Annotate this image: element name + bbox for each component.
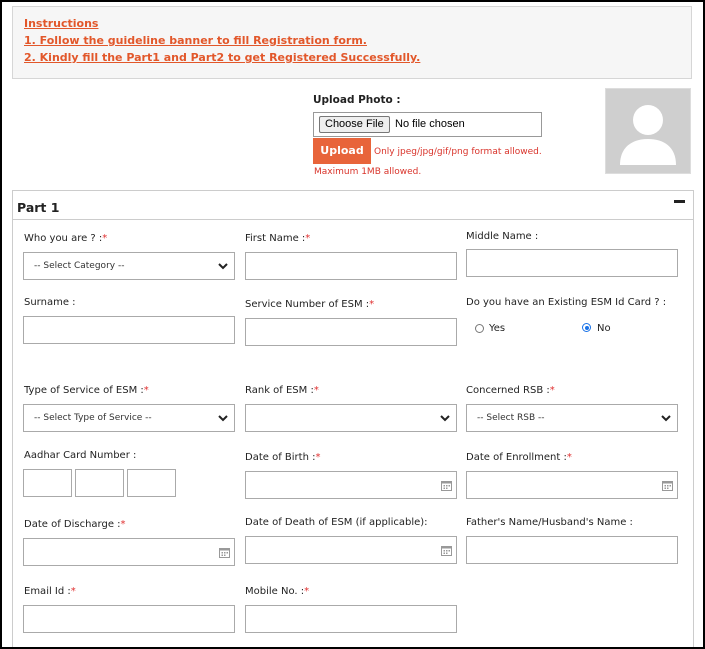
first-name-label: First Name :* — [245, 233, 311, 244]
aadhar-input-1[interactable] — [23, 469, 72, 497]
type-service-select-value: -- Select Type of Service -- — [34, 413, 152, 423]
esm-card-yes-label[interactable]: Yes — [489, 323, 505, 334]
chevron-down-icon — [440, 415, 450, 422]
who-label: Who you are ? :* — [24, 233, 108, 244]
instruction-line-1[interactable]: 1. Follow the guideline banner to fill R… — [24, 32, 680, 49]
esm-card-label: Do you have an Existing ESM Id Card ? : — [466, 297, 667, 308]
aadhar-label: Aadhar Card Number : — [24, 450, 137, 461]
chevron-down-icon — [218, 263, 228, 270]
service-number-input[interactable] — [245, 318, 457, 346]
middle-name-input[interactable] — [466, 249, 678, 277]
service-number-label: Service Number of ESM :* — [245, 299, 375, 310]
rank-select[interactable] — [245, 404, 457, 432]
size-note: Maximum 1MB allowed. — [314, 167, 422, 177]
death-input[interactable] — [245, 536, 457, 564]
email-label: Email Id :* — [24, 586, 76, 597]
calendar-icon[interactable] — [441, 480, 452, 491]
esm-card-no-radio[interactable] — [582, 323, 591, 332]
user-silhouette-icon — [620, 105, 676, 165]
registration-page: Instructions 1. Follow the guideline ban… — [0, 0, 705, 649]
middle-name-label: Middle Name : — [466, 231, 539, 242]
category-select[interactable]: -- Select Category -- — [23, 252, 235, 280]
calendar-icon[interactable] — [219, 547, 230, 558]
discharge-input[interactable] — [23, 538, 235, 566]
part1-panel: Part 1 Who you are ? :* -- Select Catego… — [12, 190, 694, 647]
enrollment-input[interactable] — [466, 471, 678, 499]
photo-file-input[interactable]: Choose File No file chosen — [313, 112, 542, 137]
esm-card-yes-radio[interactable] — [475, 324, 484, 333]
chevron-down-icon — [218, 415, 228, 422]
instructions-banner: Instructions 1. Follow the guideline ban… — [12, 6, 692, 79]
aadhar-input-3[interactable] — [127, 469, 176, 497]
esm-card-no-label[interactable]: No — [597, 323, 611, 334]
discharge-label: Date of Discharge :* — [24, 519, 126, 530]
mobile-label: Mobile No. :* — [245, 586, 310, 597]
death-label: Date of Death of ESM (if applicable): — [245, 517, 428, 528]
rsb-select[interactable]: -- Select RSB -- — [466, 404, 678, 432]
part1-title: Part 1 — [17, 200, 60, 215]
choose-file-button[interactable]: Choose File — [319, 116, 390, 133]
calendar-icon[interactable] — [662, 480, 673, 491]
upload-button[interactable]: Upload — [313, 138, 371, 164]
mobile-input[interactable] — [245, 605, 457, 633]
instructions-heading[interactable]: Instructions — [24, 15, 680, 32]
email-input[interactable] — [23, 605, 235, 633]
part1-divider — [13, 219, 693, 220]
category-select-value: -- Select Category -- — [34, 261, 125, 271]
first-name-input[interactable] — [245, 252, 457, 280]
file-status: No file chosen — [395, 118, 465, 130]
calendar-icon[interactable] — [441, 545, 452, 556]
father-label: Father's Name/Husband's Name : — [466, 517, 633, 528]
avatar-placeholder — [605, 88, 691, 174]
type-service-label: Type of Service of ESM :* — [24, 385, 149, 396]
rsb-label: Concerned RSB :* — [466, 385, 555, 396]
rank-label: Rank of ESM :* — [245, 385, 319, 396]
aadhar-input-2[interactable] — [75, 469, 124, 497]
chevron-down-icon — [661, 415, 671, 422]
surname-input[interactable] — [23, 316, 235, 344]
father-input[interactable] — [466, 536, 678, 564]
rsb-select-value: -- Select RSB -- — [477, 413, 545, 423]
instruction-line-2[interactable]: 2. Kindly fill the Part1 and Part2 to ge… — [24, 49, 680, 66]
upload-photo-label: Upload Photo : — [313, 94, 401, 106]
enrollment-label: Date of Enrollment :* — [466, 452, 572, 463]
dob-label: Date of Birth :* — [245, 452, 321, 463]
surname-label: Surname : — [24, 297, 76, 308]
dob-input[interactable] — [245, 471, 457, 499]
collapse-icon[interactable] — [674, 200, 685, 203]
format-note: Only jpeg/jpg/gif/png format allowed. — [374, 147, 542, 157]
type-service-select[interactable]: -- Select Type of Service -- — [23, 404, 235, 432]
